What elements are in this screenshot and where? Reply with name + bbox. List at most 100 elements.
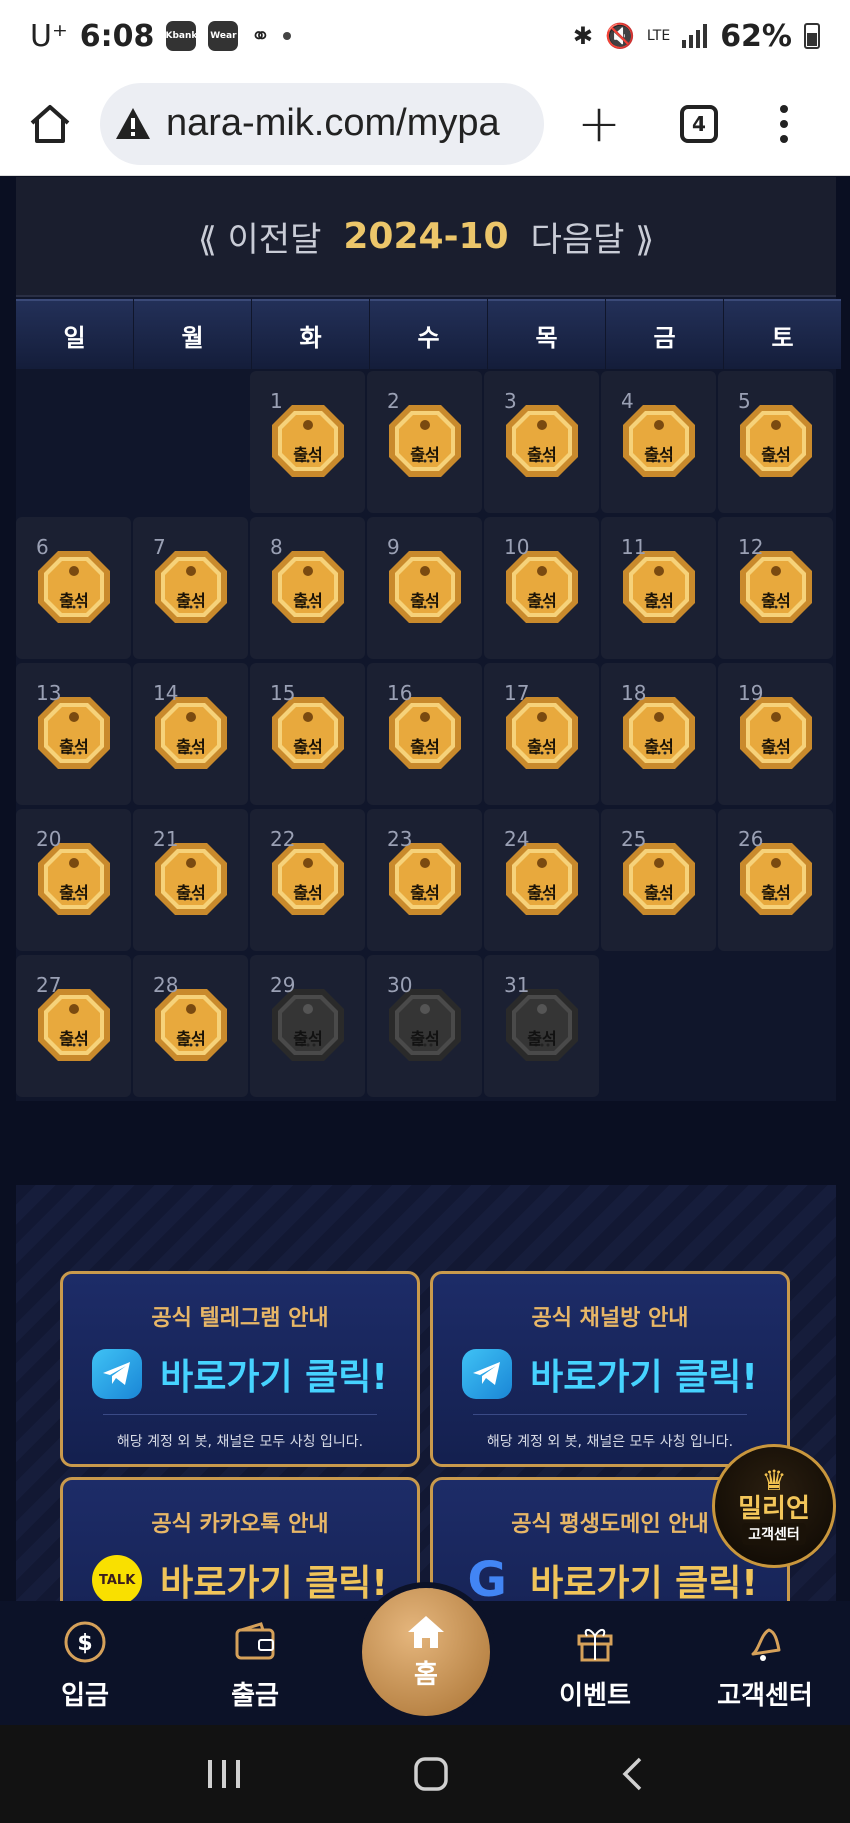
attendance-stamp-icon: 출석 bbox=[504, 549, 580, 625]
banner-divider bbox=[103, 1414, 377, 1415]
stamp-label: 출석 bbox=[59, 737, 89, 756]
telegram-banner[interactable]: 공식 텔레그램 안내 바로가기 클릭! 해당 계정 외 봇, 채널은 모두 사칭… bbox=[60, 1271, 420, 1467]
day-number: 18 bbox=[621, 681, 647, 705]
mute-icon: 🔇 bbox=[605, 22, 635, 50]
nav-label: 입금 bbox=[61, 1681, 109, 1711]
new-tab-button[interactable]: + bbox=[544, 94, 654, 154]
day-number: 3 bbox=[504, 389, 517, 413]
page-content: ⟪ 이전달 2024-10 다음달 ⟫ 일월화수목금토 출석 1 출석 2 출석 3 출석 4… bbox=[0, 177, 850, 1601]
stamp-label: 출석 bbox=[644, 445, 674, 464]
browser-menu-button[interactable] bbox=[744, 104, 824, 143]
calendar-day[interactable]: 출석 21 bbox=[133, 809, 248, 951]
weekday-label: 목 bbox=[488, 299, 605, 369]
calendar-day[interactable]: 출석 19 bbox=[718, 663, 833, 805]
day-number: 19 bbox=[738, 681, 764, 705]
calendar-day[interactable]: 출석 27 bbox=[16, 955, 131, 1097]
calendar-day[interactable]: 출석 28 bbox=[133, 955, 248, 1097]
url-text[interactable]: nara-mik.com/mypa bbox=[166, 102, 500, 145]
weekday-label: 수 bbox=[370, 299, 487, 369]
back-icon[interactable] bbox=[620, 1756, 644, 1792]
day-number: 16 bbox=[387, 681, 413, 705]
calendar-day[interactable]: 출석 11 bbox=[601, 517, 716, 659]
calendar-day[interactable]: 출석 18 bbox=[601, 663, 716, 805]
home-fab-button[interactable]: 홈 bbox=[362, 1588, 490, 1716]
prev-month-link[interactable]: ⟪ 이전달 bbox=[198, 212, 322, 261]
browser-home-button[interactable] bbox=[0, 103, 100, 145]
wear-app-icon: Wear bbox=[208, 21, 239, 51]
calendar-day[interactable]: 출석 24 bbox=[484, 809, 599, 951]
system-navigation bbox=[0, 1725, 850, 1823]
calendar-day[interactable]: 출석 16 bbox=[367, 663, 482, 805]
banner-action: 바로가기 클릭! bbox=[530, 1563, 758, 1601]
banner-subtitle: 해당 계정 외 봇, 채널은 모두 사칭 입니다. bbox=[116, 1434, 364, 1450]
system-home-icon[interactable] bbox=[413, 1756, 449, 1792]
stamp-label: 출석 bbox=[761, 883, 791, 902]
calendar-day[interactable]: 출석 12 bbox=[718, 517, 833, 659]
calendar-day[interactable]: 출석 31 bbox=[484, 955, 599, 1097]
calendar-day[interactable]: 출석 26 bbox=[718, 809, 833, 951]
calendar-day[interactable]: 출석 8 bbox=[250, 517, 365, 659]
missed-stamp-icon: 출석 bbox=[270, 987, 346, 1063]
calendar-day[interactable]: 출석 10 bbox=[484, 517, 599, 659]
calendar-day[interactable]: 출석 4 bbox=[601, 371, 716, 513]
calendar-day[interactable]: 출석 23 bbox=[367, 809, 482, 951]
attendance-stamp-icon: 출석 bbox=[738, 841, 814, 917]
calendar-day[interactable]: 출석 3 bbox=[484, 371, 599, 513]
support-badge-button[interactable]: ♛ 밀리언 고객센터 bbox=[712, 1444, 836, 1568]
plus-icon: + bbox=[577, 93, 621, 154]
next-month-link[interactable]: 다음달 ⟫ bbox=[531, 212, 655, 261]
clock: 6:08 bbox=[79, 18, 155, 54]
nav-withdraw[interactable]: 출금 bbox=[180, 1601, 330, 1725]
weekday-label: 금 bbox=[606, 299, 723, 369]
day-number: 25 bbox=[621, 827, 647, 851]
kakaotalk-banner[interactable]: 공식 카카오톡 안내 TALK 바로가기 클릭! bbox=[60, 1477, 420, 1601]
calendar-day[interactable]: 출석 20 bbox=[16, 809, 131, 951]
calendar-day[interactable]: 출석 15 bbox=[250, 663, 365, 805]
bell-icon bbox=[742, 1619, 788, 1665]
kakaotalk-icon: TALK bbox=[92, 1555, 143, 1601]
calendar-day[interactable]: 출석 7 bbox=[133, 517, 248, 659]
day-number: 2 bbox=[387, 389, 400, 413]
day-number: 21 bbox=[153, 827, 179, 851]
attendance-calendar: ⟪ 이전달 2024-10 다음달 ⟫ 일월화수목금토 출석 1 출석 2 출석 3 출석 4… bbox=[16, 177, 841, 1101]
calendar-day[interactable]: 출석 2 bbox=[367, 371, 482, 513]
month-navigation: ⟪ 이전달 2024-10 다음달 ⟫ bbox=[16, 177, 836, 297]
nav-support[interactable]: 고객센터 bbox=[690, 1601, 840, 1725]
calendar-day[interactable]: 출석 25 bbox=[601, 809, 716, 951]
attendance-stamp-icon: 출석 bbox=[153, 549, 229, 625]
stamp-label: 출석 bbox=[293, 883, 323, 902]
calendar-day[interactable]: 출석 5 bbox=[718, 371, 833, 513]
calendar-day[interactable]: 출석 13 bbox=[16, 663, 131, 805]
calendar-day[interactable]: 출석 14 bbox=[133, 663, 248, 805]
recent-apps-icon[interactable] bbox=[206, 1758, 242, 1790]
calendar-day[interactable]: 출석 6 bbox=[16, 517, 131, 659]
day-number: 27 bbox=[36, 973, 62, 997]
nav-deposit[interactable]: $ 입금 bbox=[10, 1601, 160, 1725]
calendar-day[interactable]: 출석 29 bbox=[250, 955, 365, 1097]
nav-event[interactable]: 이벤트 bbox=[520, 1601, 670, 1725]
weekday-label: 화 bbox=[252, 299, 369, 369]
tab-switcher-button[interactable]: 4 bbox=[654, 104, 744, 143]
calendar-day[interactable]: 출석 22 bbox=[250, 809, 365, 951]
calendar-day[interactable]: 출석 30 bbox=[367, 955, 482, 1097]
stamp-label: 출석 bbox=[527, 1029, 557, 1048]
banner-action: 바로가기 클릭! bbox=[530, 1357, 758, 1398]
stamp-label: 출석 bbox=[527, 883, 557, 902]
attendance-stamp-icon: 출석 bbox=[270, 841, 346, 917]
attendance-stamp-icon: 출석 bbox=[270, 695, 346, 771]
attendance-stamp-icon: 출석 bbox=[36, 695, 112, 771]
day-number: 30 bbox=[387, 973, 413, 997]
attendance-stamp-icon: 출석 bbox=[36, 841, 112, 917]
warning-icon[interactable] bbox=[114, 105, 152, 143]
weekday-label: 일 bbox=[16, 299, 133, 369]
calendar-day[interactable]: 출석 9 bbox=[367, 517, 482, 659]
banner-divider bbox=[473, 1414, 747, 1415]
channel-banner[interactable]: 공식 채널방 안내 바로가기 클릭! 해당 계정 외 봇, 채널은 모두 사칭 … bbox=[430, 1271, 790, 1467]
calendar-day[interactable]: 출석 17 bbox=[484, 663, 599, 805]
link-icon: ⚭ bbox=[250, 22, 271, 50]
nav-label: 출금 bbox=[231, 1681, 279, 1711]
day-number: 23 bbox=[387, 827, 413, 851]
stamp-label: 출석 bbox=[527, 737, 557, 756]
address-bar[interactable]: nara-mik.com/mypa bbox=[100, 82, 544, 165]
calendar-day[interactable]: 출석 1 bbox=[250, 371, 365, 513]
